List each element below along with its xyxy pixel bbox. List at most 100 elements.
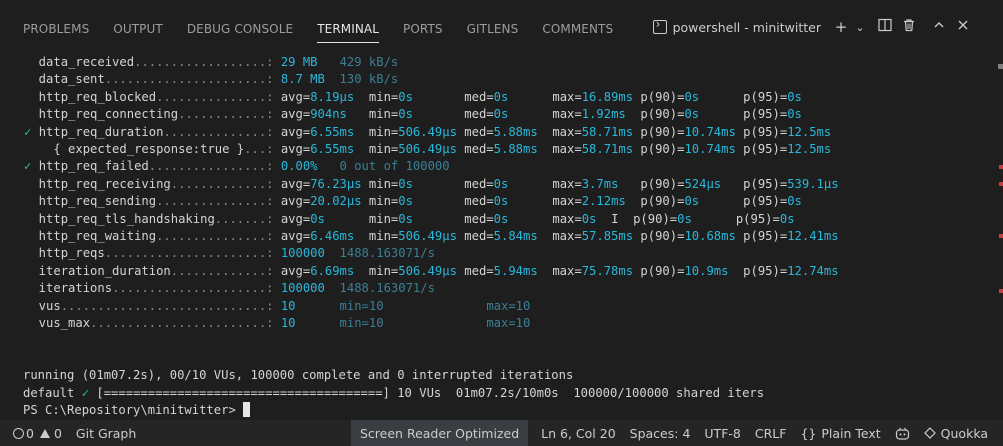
terminal-text: avg= [273, 142, 311, 156]
terminal-text: 12.5ms [787, 142, 832, 156]
terminal-selector[interactable]: powershell - minitwitter [652, 17, 821, 35]
ruler-mark [999, 165, 1003, 169]
close-panel-icon[interactable] [951, 18, 975, 36]
terminal-text: 506.49µs [398, 263, 457, 278]
cursor-position[interactable]: Ln 6, Col 20 [534, 420, 623, 446]
terminal-text: 0s [398, 176, 413, 191]
terminal-text: 0s [493, 89, 509, 104]
terminal-text: 0s [684, 107, 700, 122]
terminal-text: min= [324, 211, 399, 226]
terminal-text: med= [412, 194, 494, 209]
language-mode[interactable]: {} Plain Text [793, 420, 887, 446]
terminal-output[interactable]: data_received..................: 29 MB 4… [0, 52, 990, 420]
terminal-text: 0s [493, 211, 509, 226]
terminal-text: http_req_receiving [2, 176, 171, 191]
terminal-text: 10 [273, 298, 333, 313]
tab-debug-console[interactable]: DEBUG CONSOLE [187, 22, 293, 36]
language-label: Plain Text [821, 425, 881, 441]
terminal-line: http_req_blocked...............: avg=8.1… [2, 89, 802, 106]
terminal-line: http_req_sending...............: avg=20.… [2, 193, 802, 210]
terminal-line: running (01m07.2s), 00/10 VUs, 100000 co… [23, 367, 573, 384]
chevron-down-icon[interactable]: ⌄ [853, 21, 867, 34]
tab-gitlens[interactable]: GITLENS [467, 22, 519, 36]
terminal-text: 0s [787, 194, 802, 209]
terminal-text: 0s [398, 211, 413, 226]
panel-actions: powershell - minitwitter + ⌄ [652, 17, 975, 36]
terminal-text: ...............: [156, 89, 274, 104]
tab-terminal[interactable]: TERMINAL [317, 22, 379, 43]
terminal-text: 75.78ms [581, 263, 634, 278]
terminal-text: med= [456, 124, 494, 139]
encoding[interactable]: UTF-8 [697, 420, 747, 446]
terminal-text: ...............: [156, 194, 274, 209]
terminal-text: ...............: [156, 229, 274, 243]
terminal-text: 58.71ms [581, 142, 634, 156]
terminal-text: 5.94ms [493, 263, 538, 278]
terminal-text: 10 [273, 316, 333, 330]
terminal-text: http_req_failed [38, 159, 149, 174]
screen-reader-mode[interactable]: Screen Reader Optimized [351, 420, 529, 446]
terminal-text: data_sent [2, 72, 105, 87]
terminal-line: data_sent......................: 8.7 MB … [2, 71, 399, 88]
copilot-icon[interactable] [888, 420, 917, 446]
status-bar: 0 0 Git Graph Screen Reader Optimized Ln… [0, 420, 1003, 446]
braces-icon: {} [800, 425, 817, 441]
terminal-text: http_req_waiting [2, 229, 157, 243]
terminal-text: p(95)= [691, 211, 780, 226]
split-terminal-icon[interactable] [873, 18, 897, 36]
terminal-text: max= [537, 263, 582, 278]
terminal-text: ......................: [104, 246, 274, 261]
tab-output[interactable]: OUTPUT [113, 22, 163, 36]
terminal-text: p(90)= [633, 211, 678, 226]
terminal-text: .......: [214, 211, 274, 226]
add-terminal-icon[interactable]: + [829, 18, 853, 36]
terminal-text: avg= [273, 194, 311, 209]
terminal-text: min= [361, 194, 399, 209]
terminal-line: http_req_connecting............: avg=904… [2, 106, 802, 123]
terminal-text: min=10 [332, 298, 384, 313]
terminal-text: avg= [273, 176, 311, 191]
quokka-label: Quokka [940, 425, 988, 441]
tab-ports[interactable]: PORTS [403, 22, 443, 36]
terminal-text: min= [354, 89, 399, 104]
terminal-icon [652, 17, 667, 34]
quokka-button[interactable]: Quokka [917, 420, 995, 446]
terminal-line: iteration_duration.............: avg=6.6… [2, 263, 839, 280]
terminal-text: data_received [2, 55, 135, 69]
terminal-text: 0s [677, 211, 692, 226]
terminal-text: 0s [779, 211, 795, 226]
terminal-text: ............................: [60, 298, 274, 313]
quokka-icon [923, 427, 936, 439]
terminal-text: 539.1µs [787, 176, 839, 191]
terminal-text: ✓ [2, 124, 39, 139]
terminal-text: p(95)= [699, 89, 788, 104]
scroll-thumb[interactable] [998, 64, 1003, 69]
terminal-scrollbar[interactable] [990, 52, 1003, 420]
terminal-text: max= [508, 211, 582, 226]
trash-icon[interactable] [897, 18, 921, 36]
tab-comments[interactable]: COMMENTS [542, 22, 613, 36]
terminal-text: min= [354, 124, 399, 139]
terminal-text: 20.02µs [310, 194, 362, 209]
terminal-text: 0s [493, 194, 509, 209]
terminal-text: 10.74ms [684, 124, 736, 139]
ruler-mark [999, 234, 1003, 238]
terminal-text: 130 kB/s [332, 72, 399, 87]
problems-indicator[interactable]: 0 0 [6, 420, 69, 446]
end-of-line[interactable]: CRLF [748, 420, 794, 446]
indentation[interactable]: Spaces: 4 [623, 420, 698, 446]
terminal-name: powershell - minitwitter [672, 19, 821, 35]
terminal-text: min= [346, 107, 399, 122]
error-icon [13, 427, 24, 439]
terminal-text: 429 kB/s [324, 55, 399, 69]
maximize-panel-icon[interactable] [927, 18, 951, 36]
terminal-text: 12.74ms [787, 263, 839, 278]
git-graph-button[interactable]: Git Graph [69, 420, 143, 446]
terminal-text: http_req_tls_handshaking [2, 211, 215, 226]
terminal-text: p(95)= [728, 263, 788, 278]
tab-problems[interactable]: PROBLEMS [23, 22, 89, 36]
terminal-text: 12.41ms [787, 229, 839, 243]
terminal-text: 5.84ms [493, 229, 538, 243]
terminal-text: max=10 [486, 316, 531, 330]
